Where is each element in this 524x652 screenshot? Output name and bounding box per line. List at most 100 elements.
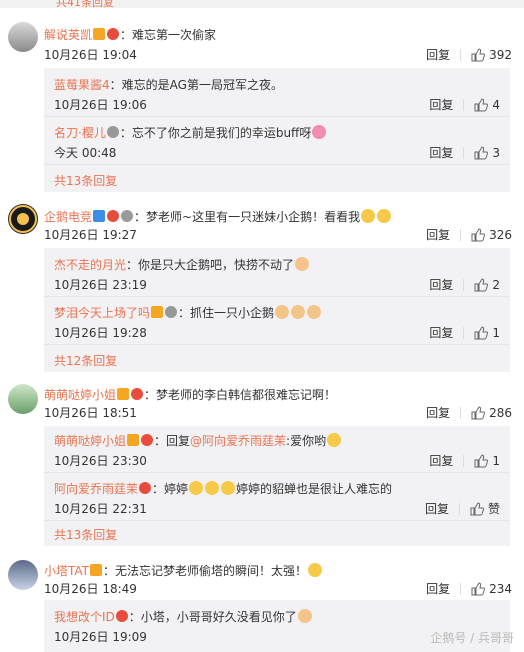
like-count: 234 — [489, 581, 512, 596]
like-button[interactable]: 392 — [471, 48, 512, 62]
like-count: 326 — [489, 227, 512, 242]
avatar[interactable] — [8, 204, 38, 234]
comment-item: 企鹅电竞 ：梦老师~这里有一只迷妹小企鹅！看看我 10月26日 19:27 回复 … — [0, 198, 524, 374]
reply-body: 梦泪今天上场了吗 ：抓住一只小企鹅 — [54, 304, 322, 321]
thumb-up-icon — [474, 277, 489, 291]
reply-button[interactable]: 回复 — [429, 324, 453, 341]
comment-username[interactable]: 萌萌哒婷小姐 — [44, 388, 116, 402]
reply-button[interactable]: 回复 — [426, 46, 450, 63]
reply-button[interactable]: 回复 — [429, 276, 453, 293]
reply-text: ：难忘的是AG第一局冠军之夜。 — [109, 78, 283, 92]
comment-username[interactable]: 企鹅电竞 — [44, 210, 92, 224]
reply-button[interactable]: 回复 — [426, 226, 450, 243]
verified-badge-icon — [151, 306, 164, 318]
reply-button[interactable]: 回复 — [429, 144, 453, 161]
more-replies-link[interactable]: 共41条回复 — [56, 0, 114, 10]
reply-button[interactable]: 回复 — [425, 500, 449, 517]
action-separator — [463, 98, 465, 111]
like-button[interactable]: 286 — [471, 406, 512, 420]
reply-button[interactable]: 回复 — [426, 404, 450, 421]
reply-username[interactable]: 我想改个ID — [54, 610, 115, 624]
like-button[interactable]: 4 — [474, 98, 500, 112]
panda-badge-icon — [106, 126, 119, 138]
member-badge-icon — [107, 210, 120, 222]
action-separator — [463, 326, 465, 339]
comment-body: 企鹅电竞 ：梦老师~这里有一只迷妹小企鹅！看看我 — [44, 208, 392, 225]
like-count: 392 — [489, 47, 512, 62]
like-count: 2 — [492, 277, 500, 292]
comment-time: 10月26日 18:49 — [44, 582, 137, 596]
reply-username[interactable]: 杰不走的月光 — [54, 258, 126, 272]
avatar[interactable] — [8, 560, 38, 590]
reply-username[interactable]: 蓝莓果酱4 — [54, 78, 110, 92]
reply-actions: 回复 4 — [429, 96, 500, 113]
action-separator — [463, 146, 465, 159]
reply-actions: 回复 赞 — [425, 500, 500, 517]
penguin-logo-icon — [9, 205, 37, 233]
reply-button[interactable]: 回复 — [426, 580, 450, 597]
emoji-icon — [189, 481, 204, 495]
like-count: 赞 — [487, 502, 500, 516]
like-count: 1 — [492, 325, 500, 340]
reply-time: 今天 00:48 — [54, 146, 117, 160]
thumb-up-icon — [474, 453, 489, 467]
reply-text: ：回复 — [154, 434, 191, 448]
cat-emoji-icon — [295, 257, 310, 271]
reply-button[interactable]: 回复 — [429, 452, 453, 469]
like-button[interactable]: 3 — [474, 146, 500, 160]
reply-actions: 回复 1 — [429, 452, 500, 469]
action-separator — [463, 454, 465, 467]
thumb-up-icon — [471, 47, 486, 61]
thumb-up-icon — [474, 97, 489, 111]
like-button[interactable]: 1 — [474, 454, 500, 468]
reply-time: 10月26日 19:09 — [54, 630, 147, 644]
comment-item: 萌萌哒婷小姐 ：梦老师的李白韩信都很难忘记啊！ 10月26日 18:51 回复 2… — [0, 378, 524, 548]
reply-username[interactable]: 名刀·樱儿 — [54, 126, 106, 140]
comment-username[interactable]: 解说英凯 — [44, 28, 92, 42]
reply-body: 萌萌哒婷小姐 ：回复@阿向爱乔雨莛茉:爱你哟 — [54, 432, 342, 449]
like-count: 1 — [492, 453, 500, 468]
comment-actions: 回复 234 — [426, 580, 512, 597]
member-badge-icon — [107, 28, 120, 40]
action-separator — [460, 228, 462, 241]
reply-time: 10月26日 23:30 — [54, 454, 147, 468]
more-replies-link[interactable]: 共12条回复 — [54, 352, 117, 369]
comment-body: 萌萌哒婷小姐 ：梦老师的李白韩信都很难忘记啊！ — [44, 386, 336, 403]
like-button[interactable]: 赞 — [470, 500, 500, 517]
heart-emoji-icon — [312, 125, 327, 139]
verified-badge-icon — [93, 210, 106, 222]
previous-more-replies[interactable]: 共41条回复 — [0, 0, 524, 10]
verified-badge-icon — [93, 28, 106, 40]
like-button[interactable]: 234 — [471, 582, 512, 596]
comment-text: ：梦老师的李白韩信都很难忘记啊！ — [144, 388, 337, 402]
reply-button[interactable]: 回复 — [429, 96, 453, 113]
reply-actions: 回复 3 — [429, 144, 500, 161]
comment-actions: 回复 286 — [426, 404, 512, 421]
reply-body: 阿向爱乔雨莛茉 ：婷婷 婷婷的貂蝉也是很让人难忘的 — [54, 480, 392, 497]
comment-time: 10月26日 19:04 — [44, 48, 137, 62]
reply-username[interactable]: 梦泪今天上场了吗 — [54, 306, 150, 320]
comment-username[interactable]: 小塔TAT — [44, 564, 89, 578]
more-replies-link[interactable]: 共13条回复 — [54, 172, 117, 189]
like-button[interactable]: 326 — [471, 228, 512, 242]
avatar[interactable] — [8, 384, 38, 414]
comment-item: 解说英凯 ：难忘第一次偷家 10月26日 19:04 回复 392 蓝莓果酱4：难… — [0, 14, 524, 194]
reply-body: 杰不走的月光：你是只大企鹅吧，快捞不动了 — [54, 256, 310, 273]
reply-time: 10月26日 22:31 — [54, 502, 147, 516]
avatar[interactable] — [8, 22, 38, 52]
reply-list: 蓝莓果酱4：难忘的是AG第一局冠军之夜。 10月26日 19:06 回复 4 名刀… — [44, 68, 510, 192]
comment-body: 小塔TAT ：无法忘记梦老师偷塔的瞬间！太强！ — [44, 562, 323, 579]
mention-link[interactable]: @阿向爱乔雨莛茉 — [190, 434, 286, 448]
comment-text: ：无法忘记梦老师偷塔的瞬间！太强！ — [103, 564, 308, 578]
divider — [44, 164, 510, 165]
verified-badge-icon — [90, 564, 103, 576]
emoji-icon — [361, 209, 376, 223]
reply-username[interactable]: 萌萌哒婷小姐 — [54, 434, 126, 448]
member-badge-icon — [141, 434, 154, 446]
more-replies-link[interactable]: 共13条回复 — [54, 526, 117, 543]
verified-badge-icon — [117, 388, 130, 400]
like-button[interactable]: 1 — [474, 326, 500, 340]
like-button[interactable]: 2 — [474, 278, 500, 292]
reply-username[interactable]: 阿向爱乔雨莛茉 — [54, 482, 138, 496]
divider — [44, 344, 510, 345]
